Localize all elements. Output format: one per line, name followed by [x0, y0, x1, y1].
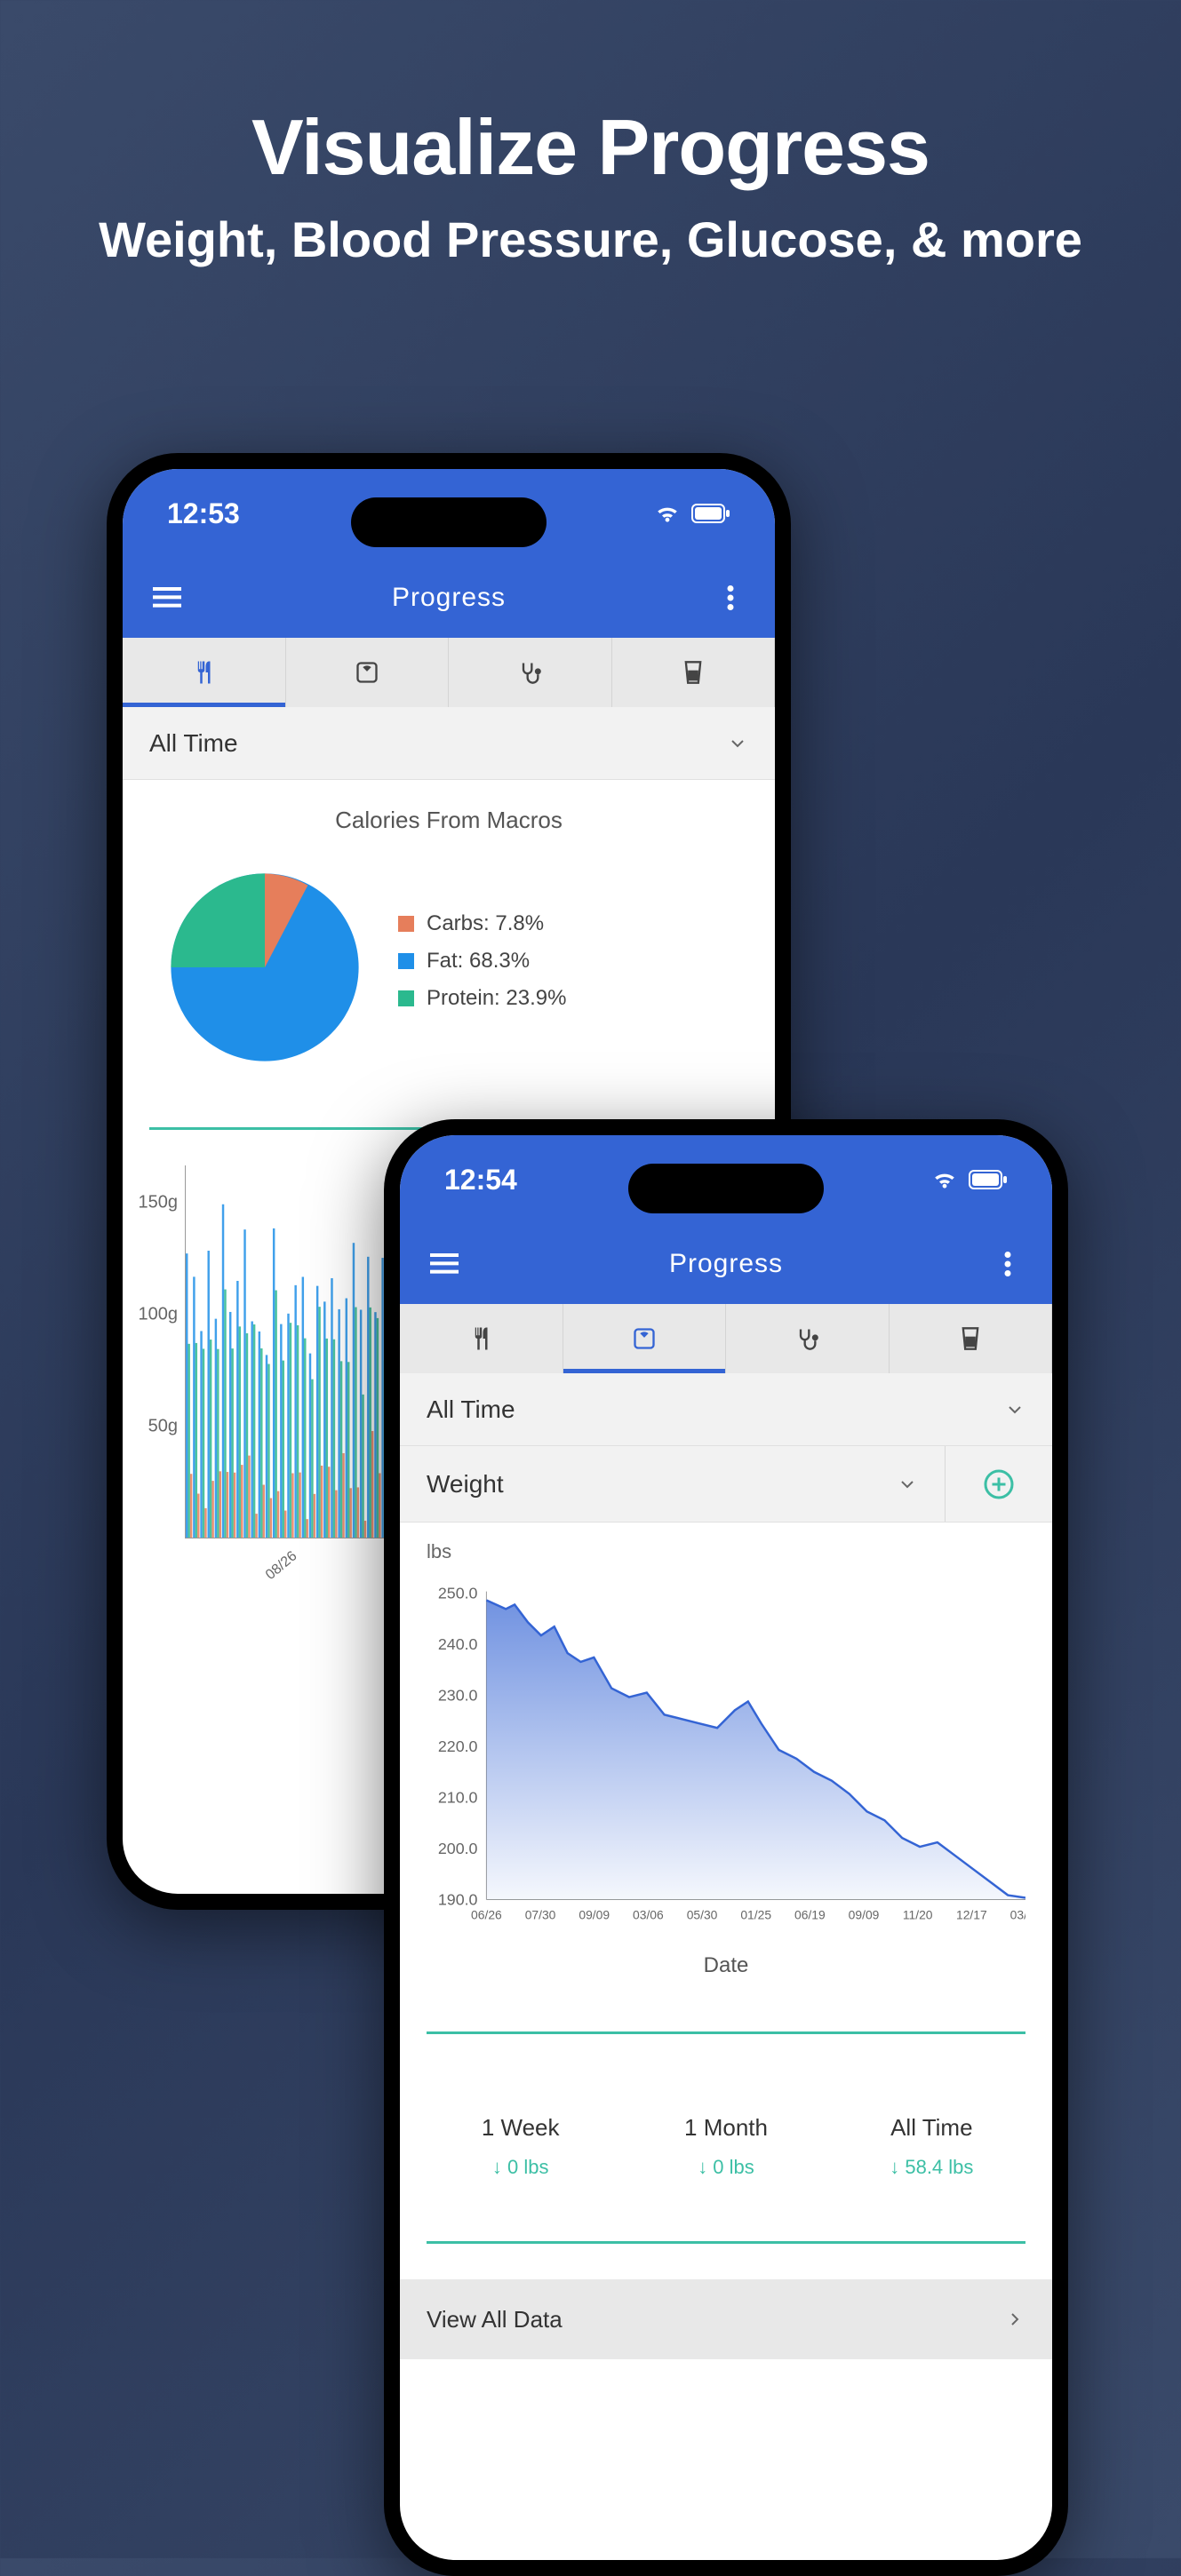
chevron-down-icon: [1004, 1399, 1025, 1420]
summary-week: 1 Week ↓ 0 lbs: [418, 2114, 623, 2179]
fork-knife-icon: [190, 659, 217, 686]
menu-button[interactable]: [149, 580, 185, 616]
status-icons: [931, 1169, 1008, 1190]
metric-selector[interactable]: Weight: [400, 1446, 946, 1522]
timeframe-selector[interactable]: All Time: [123, 707, 775, 780]
view-all-data-button[interactable]: View All Data: [400, 2279, 1052, 2359]
headline-subtitle: Weight, Blood Pressure, Glucose, & more: [0, 209, 1181, 271]
timeframe-label: All Time: [149, 729, 238, 758]
tab-bar: [123, 638, 775, 707]
legend-carbs: Carbs: 7.8%: [398, 911, 730, 936]
metric-label: Weight: [427, 1470, 504, 1499]
legend-swatch-carbs: [398, 916, 414, 932]
status-icons: [654, 503, 730, 524]
svg-text:190.0: 190.0: [438, 1890, 478, 1908]
tab-nutrition[interactable]: [123, 638, 286, 707]
legend-fat: Fat: 68.3%: [398, 949, 730, 974]
weight-chart: lbs 250.0 240.0 230.0 220.0 210.0 200.0 …: [400, 1523, 1052, 1996]
plus-circle-icon: [983, 1468, 1015, 1500]
svg-text:210.0: 210.0: [438, 1788, 478, 1806]
phone-frame-2: 12:54 Progress: [384, 1119, 1068, 2576]
tab-nutrition[interactable]: [400, 1304, 563, 1373]
weight-area-chart: 250.0 240.0 230.0 220.0 210.0 200.0 190.…: [427, 1572, 1025, 1928]
wifi-icon: [654, 503, 681, 524]
cup-icon: [960, 1326, 981, 1351]
more-vertical-icon: [727, 585, 734, 610]
legend-swatch-fat: [398, 953, 414, 969]
tab-weight[interactable]: [286, 638, 450, 707]
svg-text:05/30: 05/30: [687, 1907, 718, 1921]
metric-row: Weight: [400, 1446, 1052, 1523]
hamburger-icon: [430, 1253, 459, 1275]
status-time: 12:53: [167, 497, 240, 530]
summary-month: 1 Month ↓ 0 lbs: [623, 2114, 828, 2179]
more-vertical-icon: [1004, 1252, 1011, 1276]
marketing-headline: Visualize Progress Weight, Blood Pressur…: [0, 0, 1181, 271]
cup-icon: [682, 660, 704, 685]
app-bar: Progress: [400, 1224, 1052, 1304]
app-bar-title: Progress: [669, 1249, 783, 1279]
phone-notch: [628, 1164, 824, 1213]
phone-notch: [351, 497, 547, 547]
svg-text:09/09: 09/09: [849, 1907, 880, 1921]
tab-water[interactable]: [890, 1304, 1053, 1373]
battery-icon: [691, 504, 730, 523]
svg-text:03/06: 03/06: [633, 1907, 664, 1921]
tab-weight[interactable]: [563, 1304, 727, 1373]
stethoscope-icon: [517, 660, 542, 685]
legend-swatch-protein: [398, 990, 414, 1006]
pie-chart: [167, 870, 363, 1065]
timeframe-label: All Time: [427, 1395, 515, 1424]
svg-text:09/09: 09/09: [579, 1907, 610, 1921]
tab-water[interactable]: [612, 638, 776, 707]
summary-alltime: All Time ↓ 58.4 lbs: [829, 2114, 1034, 2179]
svg-text:200.0: 200.0: [438, 1840, 478, 1857]
tab-health[interactable]: [449, 638, 612, 707]
chevron-down-icon: [727, 733, 748, 754]
pie-chart-section: Calories From Macros Carbs: 7.8%: [123, 780, 775, 1092]
svg-text:250.0: 250.0: [438, 1585, 478, 1602]
stethoscope-icon: [794, 1326, 819, 1351]
wifi-icon: [931, 1169, 958, 1190]
add-entry-button[interactable]: [946, 1446, 1052, 1522]
svg-text:03/24: 03/24: [1010, 1907, 1025, 1921]
menu-button[interactable]: [427, 1246, 462, 1282]
svg-text:12/17: 12/17: [956, 1907, 987, 1921]
hamburger-icon: [153, 587, 181, 608]
chevron-down-icon: [897, 1474, 918, 1495]
app-bar-title: Progress: [392, 583, 506, 613]
more-button[interactable]: [713, 580, 748, 616]
more-button[interactable]: [990, 1246, 1025, 1282]
svg-text:01/25: 01/25: [740, 1907, 771, 1921]
svg-text:07/30: 07/30: [525, 1907, 556, 1921]
app-bar: Progress: [123, 558, 775, 638]
svg-text:06/26: 06/26: [471, 1907, 502, 1921]
summary-row: 1 Week ↓ 0 lbs 1 Month ↓ 0 lbs All Time …: [400, 2070, 1052, 2206]
tab-bar: [400, 1304, 1052, 1373]
svg-text:220.0: 220.0: [438, 1737, 478, 1755]
section-divider: [427, 2031, 1025, 2034]
fork-knife-icon: [467, 1325, 494, 1352]
pie-chart-title: Calories From Macros: [149, 807, 748, 834]
tab-health[interactable]: [726, 1304, 890, 1373]
timeframe-selector[interactable]: All Time: [400, 1373, 1052, 1446]
svg-text:230.0: 230.0: [438, 1686, 478, 1704]
scale-icon: [355, 660, 379, 685]
svg-text:06/19: 06/19: [794, 1907, 826, 1921]
pie-legend: Carbs: 7.8% Fat: 68.3% Protein: 23.9%: [398, 911, 730, 1023]
svg-text:240.0: 240.0: [438, 1635, 478, 1653]
scale-icon: [632, 1326, 657, 1351]
y-axis-unit: lbs: [427, 1540, 1025, 1563]
headline-title: Visualize Progress: [0, 102, 1181, 193]
section-divider: [427, 2241, 1025, 2244]
status-time: 12:54: [444, 1164, 517, 1197]
legend-protein: Protein: 23.9%: [398, 986, 730, 1011]
x-axis-label: Date: [427, 1953, 1025, 1978]
chevron-right-icon: [1004, 2309, 1025, 2330]
battery-icon: [969, 1170, 1008, 1189]
svg-text:11/20: 11/20: [903, 1907, 933, 1921]
